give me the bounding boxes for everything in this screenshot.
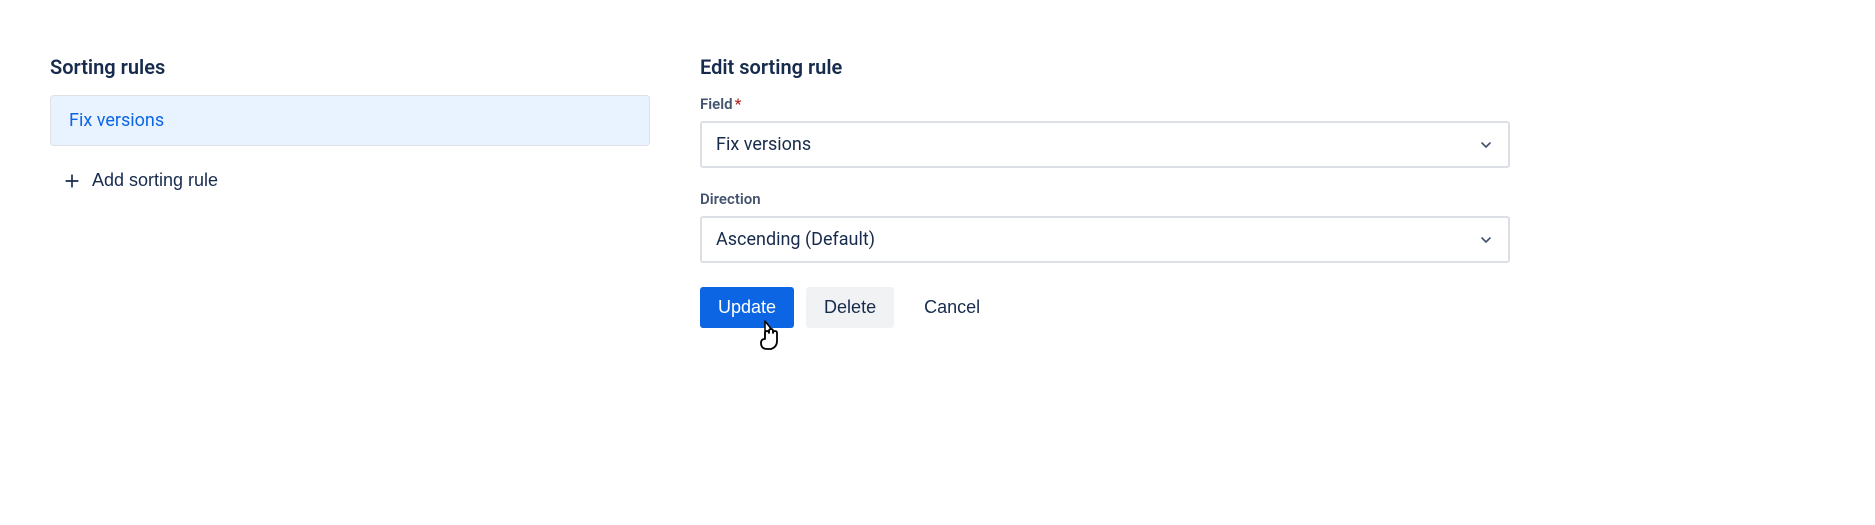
sorting-rules-heading: Sorting rules [50,55,650,79]
sorting-rule-label: Fix versions [69,110,164,131]
add-sorting-rule-button[interactable]: Add sorting rule [50,162,230,199]
field-select[interactable]: Fix versions [700,121,1510,168]
required-asterisk: * [735,95,742,113]
add-sorting-rule-label: Add sorting rule [92,170,218,191]
direction-label-text: Direction [700,190,761,208]
field-select-value: Fix versions [716,134,811,155]
direction-select[interactable]: Ascending (Default) [700,216,1510,263]
direction-label: Direction [700,190,1510,208]
delete-button[interactable]: Delete [806,287,894,328]
direction-select-value: Ascending (Default) [716,229,875,250]
field-group-field: Field* Fix versions [700,95,1510,168]
action-buttons: Update Delete Cancel [700,287,1510,328]
update-button[interactable]: Update [700,287,794,328]
field-label: Field* [700,95,1510,113]
chevron-down-icon [1478,232,1494,248]
plus-icon [62,171,82,191]
chevron-down-icon [1478,137,1494,153]
edit-sorting-rule-panel: Edit sorting rule Field* Fix versions Di… [700,55,1510,328]
field-label-text: Field [700,95,733,113]
sorting-rule-item[interactable]: Fix versions [50,95,650,146]
field-group-direction: Direction Ascending (Default) [700,190,1510,263]
cancel-button[interactable]: Cancel [906,287,998,328]
sorting-rules-panel: Sorting rules Fix versions Add sorting r… [50,55,650,328]
edit-sorting-rule-heading: Edit sorting rule [700,55,1510,79]
